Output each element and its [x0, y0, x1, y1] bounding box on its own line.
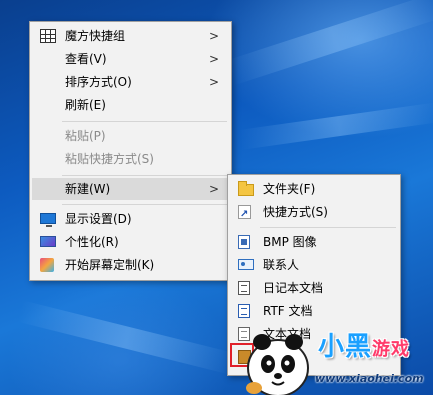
- menu-item-label: 排序方式(O): [65, 75, 132, 89]
- chevron-right-icon: >: [208, 29, 219, 43]
- menu-item-label: 粘贴快捷方式(S): [65, 152, 154, 166]
- watermark-game-text: 游戏: [372, 339, 411, 360]
- menu-item-display-settings[interactable]: 显示设置(D): [32, 208, 229, 230]
- menu-item-view[interactable]: 查看(V) >: [32, 48, 229, 70]
- chevron-right-icon: >: [208, 52, 219, 66]
- submenu-item-journal-document[interactable]: 日记本文档: [230, 277, 398, 299]
- menu-item-personalize[interactable]: 个性化(R): [32, 231, 229, 253]
- contact-icon: [238, 259, 254, 270]
- menu-item-label: 新建(W): [65, 182, 111, 196]
- menu-separator: [260, 227, 396, 228]
- menu-item-label: 显示设置(D): [65, 212, 132, 226]
- start-screen-icon: [40, 258, 54, 272]
- submenu-item-label: BMP 图像: [263, 235, 317, 249]
- menu-item-label: 粘贴(P): [65, 129, 106, 143]
- journal-icon: [238, 281, 250, 295]
- submenu-item-label: 快捷方式(S): [263, 205, 328, 219]
- menu-item-paste[interactable]: 粘贴(P): [32, 125, 229, 147]
- submenu-item-label: RTF 文档: [263, 304, 313, 318]
- chevron-right-icon: >: [208, 182, 219, 196]
- submenu-item-label: 联系人: [263, 258, 300, 272]
- watermark-brand-text: 小黑: [318, 332, 373, 362]
- submenu-item-rtf-document[interactable]: RTF 文档: [230, 300, 398, 322]
- submenu-item-shortcut[interactable]: 快捷方式(S): [230, 201, 398, 226]
- menu-item-sort-by[interactable]: 排序方式(O) >: [32, 71, 229, 93]
- monitor-icon: [40, 213, 56, 227]
- light-ray: [17, 300, 237, 375]
- chevron-right-icon: >: [208, 75, 219, 89]
- light-ray: [238, 102, 433, 150]
- menu-item-label: 刷新(E): [65, 98, 106, 112]
- watermark-brand: 小黑游戏: [318, 326, 410, 363]
- submenu-item-contact[interactable]: 联系人: [230, 254, 398, 276]
- menu-item-label: 魔方快捷组: [65, 29, 126, 43]
- desktop-context-menu: 魔方快捷组 > 查看(V) > 排序方式(O) > 刷新(E) 粘贴(P) 粘贴…: [29, 21, 232, 281]
- folder-icon: [238, 181, 254, 196]
- menu-item-mofang-quick-group[interactable]: 魔方快捷组 >: [32, 25, 229, 47]
- menu-item-start-screen-custom[interactable]: 开始屏幕定制(K): [32, 254, 229, 276]
- menu-item-label: 个性化(R): [65, 235, 119, 249]
- watermark-url: www.xiaohei.com: [315, 372, 424, 385]
- rtf-document-icon: [238, 304, 250, 318]
- menu-item-label: 开始屏幕定制(K): [65, 258, 155, 272]
- shortcut-icon: [238, 204, 251, 226]
- bitmap-icon: [238, 235, 250, 249]
- submenu-item-bmp-image[interactable]: BMP 图像: [230, 231, 398, 253]
- menu-item-refresh[interactable]: 刷新(E): [32, 94, 229, 116]
- menu-item-new[interactable]: 新建(W) >: [32, 178, 229, 200]
- submenu-item-label: 文件夹(F): [263, 182, 316, 196]
- menu-item-paste-shortcut[interactable]: 粘贴快捷方式(S): [32, 148, 229, 170]
- menu-item-label: 查看(V): [65, 52, 107, 66]
- personalize-icon: [40, 236, 56, 247]
- light-ray: [225, 0, 433, 86]
- submenu-item-folder[interactable]: 文件夹(F): [230, 178, 398, 200]
- menu-separator: [62, 121, 227, 122]
- menu-separator: [62, 204, 227, 205]
- grid-icon: [40, 29, 56, 43]
- submenu-item-label: 日记本文档: [263, 281, 324, 295]
- menu-separator: [62, 175, 227, 176]
